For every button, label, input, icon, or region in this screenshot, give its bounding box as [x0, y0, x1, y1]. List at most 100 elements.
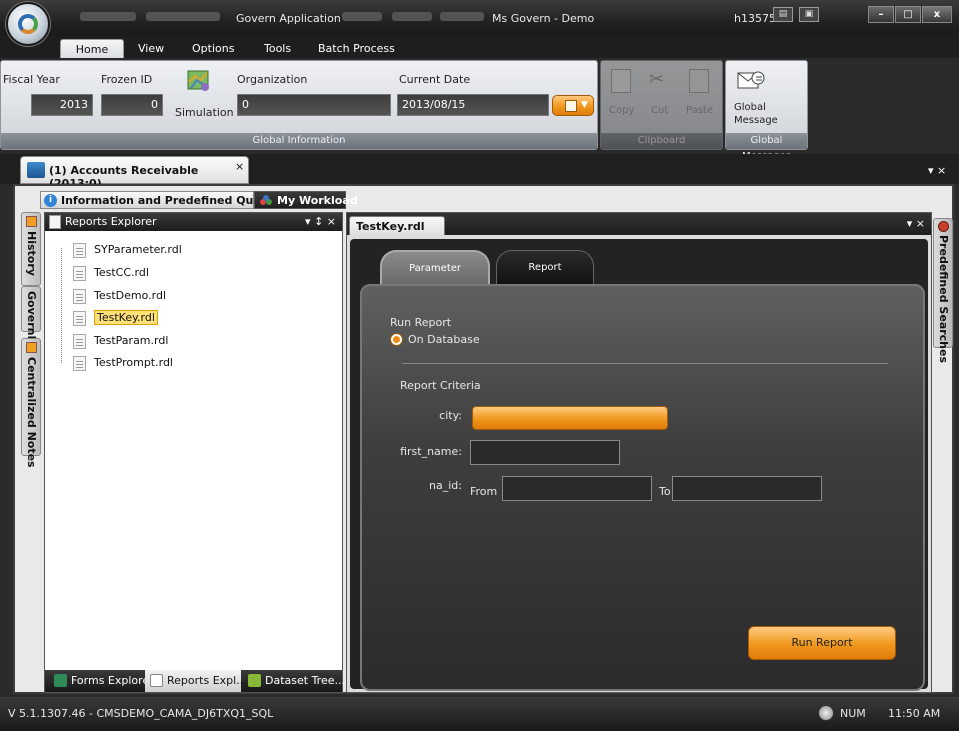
- document-icon: [73, 265, 86, 281]
- report-body: Parameter Report Run Report On Database …: [350, 239, 928, 691]
- blurred-quick-access: [392, 12, 432, 21]
- document-icon: [73, 355, 86, 371]
- ribbon-tab-home[interactable]: Home: [60, 39, 124, 58]
- close-tab-icon[interactable]: ×: [235, 160, 244, 173]
- tab-my-workload[interactable]: My Workload: [254, 191, 358, 209]
- user-name: h13575: [734, 12, 776, 25]
- dataset-icon: [248, 674, 261, 687]
- reports-explorer-pane: Reports Explorer ▾ ↕ × SYParameter.rdl T…: [44, 212, 345, 693]
- ribbon-tab-options[interactable]: Options: [184, 39, 242, 58]
- tree-item-label: TestCC.rdl: [94, 266, 149, 279]
- current-date-label: Current Date: [399, 73, 471, 86]
- layout-icon[interactable]: ▤: [773, 7, 793, 22]
- city-label: city:: [439, 409, 462, 422]
- tab-information-predefined-queries[interactable]: i Information and Predefined Queries: [40, 191, 284, 209]
- cut-button[interactable]: Cut: [651, 105, 668, 116]
- document-tab-accounts-receivable[interactable]: (1) Accounts Receivable (2013:0) ×: [20, 156, 249, 190]
- first-name-input[interactable]: [470, 440, 620, 465]
- side-tab-predefined-searches[interactable]: Predefined Searches: [933, 218, 953, 363]
- organization-field[interactable]: 0: [237, 94, 391, 116]
- tree-item-testkey[interactable]: TestKey.rdl: [73, 309, 158, 327]
- tree-connector: [61, 248, 62, 363]
- window-icon[interactable]: ▣: [799, 7, 819, 22]
- tree-item-label: SYParameter.rdl: [94, 243, 182, 256]
- tab-label: Information and Predefined Queries: [61, 194, 285, 207]
- to-label: To: [659, 485, 671, 498]
- na-id-from-input[interactable]: [502, 476, 652, 501]
- maximize-button[interactable]: □: [895, 6, 921, 23]
- document-tab-strip: (1) Accounts Receivable (2013:0) × ▾ ×: [0, 154, 959, 190]
- explorer-footer-tabs: Forms Explorer Reports Expl... Dataset T…: [45, 670, 345, 692]
- city-input[interactable]: [472, 406, 668, 430]
- forms-icon: [54, 674, 67, 687]
- tree-item-testdemo[interactable]: TestDemo.rdl: [73, 287, 166, 305]
- global-information-group: Fiscal Year 2013 Frozen ID 0 Simulation …: [0, 60, 598, 150]
- ribbon-tab-tools[interactable]: Tools: [256, 39, 299, 58]
- document-icon: [73, 288, 86, 304]
- simulation-map-icon[interactable]: [185, 68, 213, 94]
- current-date-field[interactable]: 2013/08/15: [397, 94, 549, 116]
- global-messages-group: Global Message Global Messages: [725, 60, 808, 162]
- num-lock-indicator: NUM: [840, 707, 866, 720]
- fiscal-year-field[interactable]: 2013: [31, 94, 93, 116]
- tab-parameter[interactable]: Parameter: [380, 250, 490, 284]
- tree-item-label: TestPrompt.rdl: [94, 356, 173, 369]
- notes-icon: [26, 342, 37, 353]
- info-icon: i: [44, 194, 57, 207]
- blurred-quick-access: [146, 12, 220, 21]
- pane-controls[interactable]: ▾ ↕ ×: [305, 213, 336, 231]
- document-icon: [73, 242, 86, 258]
- tree-item-syparameter[interactable]: SYParameter.rdl: [73, 241, 182, 259]
- close-button[interactable]: x: [922, 6, 952, 23]
- app-logo-icon: [18, 14, 38, 34]
- title-bar: Govern Application Ms Govern - Demo h135…: [0, 0, 959, 36]
- version-info: V 5.1.1307.46 - CMSDEMO_CAMA_DJ6TXQ1_SQL: [8, 707, 274, 720]
- scissors-icon: ✂: [649, 69, 665, 90]
- frozen-id-field[interactable]: 0: [101, 94, 163, 116]
- tab-testkey-rdl[interactable]: TestKey.rdl ×: [349, 216, 445, 252]
- report-icon: [49, 215, 61, 229]
- report-criteria-heading: Report Criteria: [400, 379, 481, 392]
- doc-strip-controls[interactable]: ▾ ×: [928, 164, 946, 177]
- global-message-button[interactable]: Global Message: [734, 101, 794, 127]
- parameter-panel: Run Report On Database Report Criteria c…: [360, 284, 925, 691]
- ribbon-tab-view[interactable]: View: [130, 39, 172, 58]
- ribbon-tab-bar: Home View Options Tools Batch Process: [0, 36, 959, 58]
- tab-forms-explorer[interactable]: Forms Explorer: [49, 670, 154, 692]
- document-icon: [73, 310, 86, 326]
- tab-reports-explorer[interactable]: Reports Expl...: [145, 670, 247, 692]
- side-tab-centralized-notes[interactable]: Centralized Notes: [21, 338, 41, 468]
- global-messages-label: Global Messages: [726, 133, 807, 162]
- run-report-button[interactable]: Run Report: [748, 626, 896, 660]
- on-database-radio[interactable]: [391, 334, 402, 345]
- tab-report[interactable]: Report: [496, 250, 594, 284]
- pane-controls[interactable]: ▾ ×: [907, 217, 925, 230]
- app-title: Govern Application: [236, 12, 341, 25]
- history-icon: [26, 216, 37, 227]
- minimize-button[interactable]: –: [868, 6, 894, 23]
- tree-item-testprompt[interactable]: TestPrompt.rdl: [73, 354, 173, 372]
- paste-button[interactable]: Paste: [686, 105, 713, 116]
- tree-item-label: TestKey.rdl: [94, 310, 158, 325]
- tab-label: My Workload: [277, 194, 358, 207]
- application-window: Govern Application Ms Govern - Demo h135…: [0, 0, 959, 731]
- report-icon: [150, 674, 163, 687]
- side-tab-history[interactable]: History: [21, 212, 41, 286]
- tree-item-testcc[interactable]: TestCC.rdl: [73, 264, 149, 282]
- footer-tab-label: Dataset Tree...: [265, 674, 345, 687]
- tree-item-testparam[interactable]: TestParam.rdl: [73, 332, 168, 350]
- ribbon-tab-batch-process[interactable]: Batch Process: [310, 39, 403, 58]
- reports-explorer-header: Reports Explorer ▾ ↕ ×: [45, 213, 342, 231]
- tab-dataset-tree[interactable]: Dataset Tree...: [243, 670, 345, 692]
- run-report-heading: Run Report: [390, 316, 452, 329]
- side-tab-governids[interactable]: GovernIDs: [21, 286, 41, 355]
- copy-button[interactable]: Copy: [609, 105, 634, 116]
- clipboard-group: ✂ Copy Cut Paste Clipboard: [600, 60, 723, 150]
- simulation-button[interactable]: Simulation: [175, 106, 234, 119]
- ribbon: Fiscal Year 2013 Frozen ID 0 Simulation …: [0, 58, 959, 162]
- calendar-icon: [565, 100, 577, 112]
- status-bar: V 5.1.1307.46 - CMSDEMO_CAMA_DJ6TXQ1_SQL…: [0, 697, 959, 731]
- app-menu-orb[interactable]: [6, 2, 50, 46]
- date-picker-button[interactable]: ▼: [552, 95, 594, 116]
- na-id-to-input[interactable]: [672, 476, 822, 501]
